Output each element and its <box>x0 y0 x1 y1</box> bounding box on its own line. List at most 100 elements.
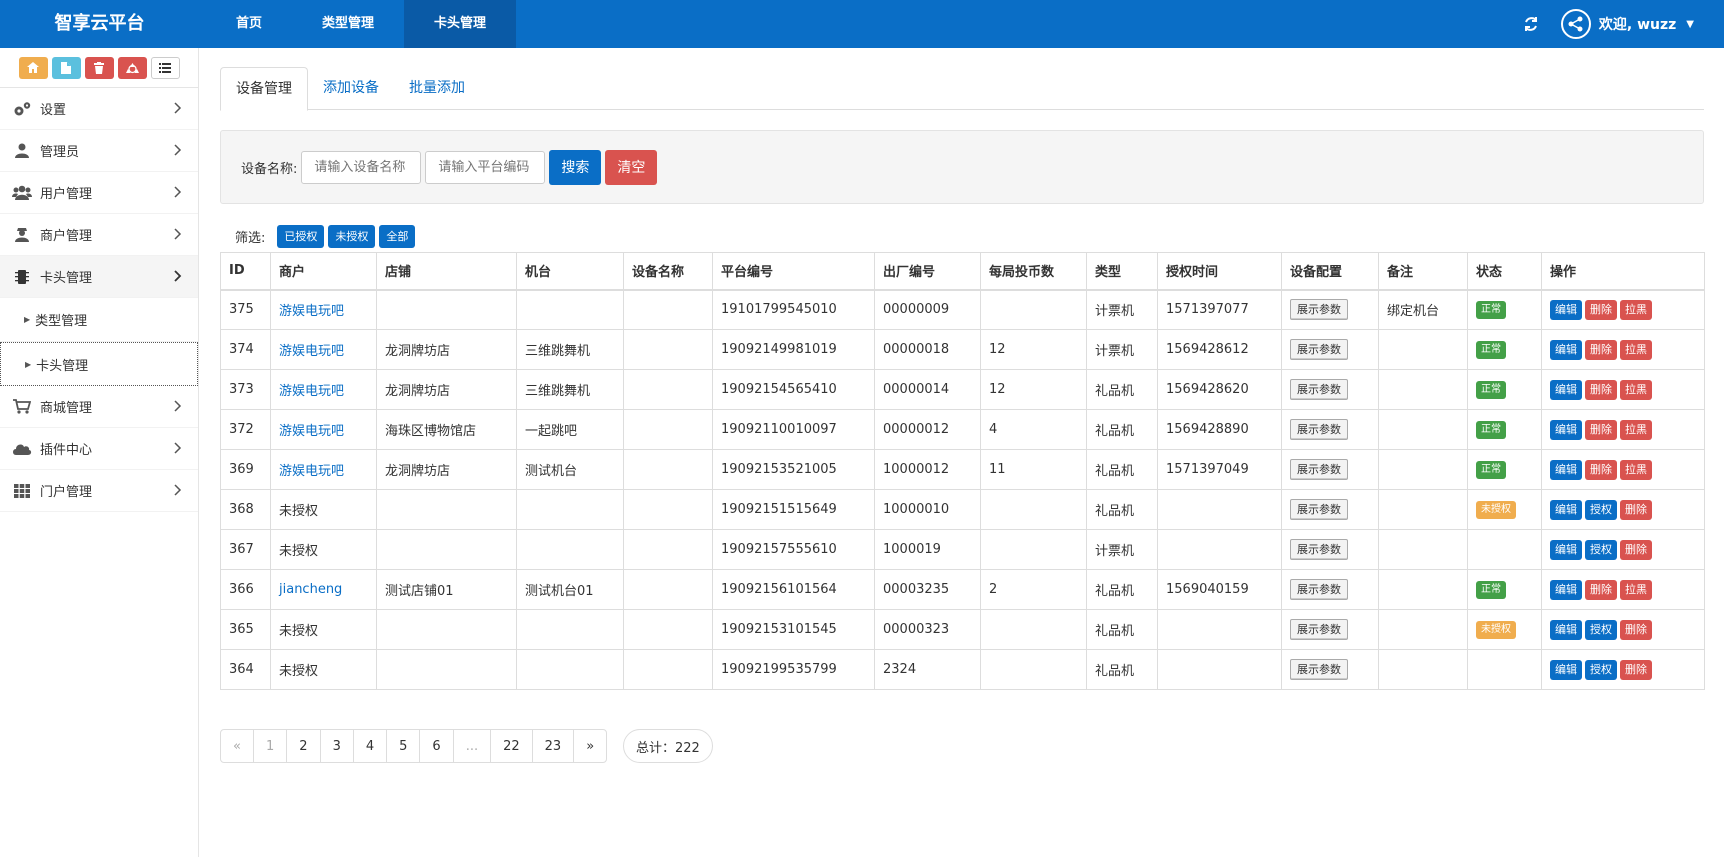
sidebar-item-label: 用户管理 <box>40 187 93 202</box>
merchant-link[interactable]: 游娱电玩吧 <box>279 304 344 319</box>
edit-button[interactable]: 编辑 <box>1550 459 1582 480</box>
sidebar-item-label: 设置 <box>40 103 67 118</box>
sidebar-item-users[interactable]: 用户管理 <box>0 172 198 214</box>
edit-button[interactable]: 编辑 <box>1550 499 1582 520</box>
blacklist-button[interactable]: 拉黑 <box>1620 379 1652 400</box>
edit-button[interactable]: 编辑 <box>1550 299 1582 320</box>
cloud-icon <box>12 441 32 457</box>
sidebar-item-merchants[interactable]: 商户管理 <box>0 214 198 256</box>
list-icon[interactable] <box>150 56 180 79</box>
trash-icon[interactable] <box>84 56 114 79</box>
authorize-button[interactable]: 授权 <box>1585 499 1617 520</box>
filter-authorized-button[interactable]: 已授权 <box>277 224 325 248</box>
page-6[interactable]: 6 <box>419 729 454 763</box>
delete-button[interactable]: 删除 <box>1585 579 1617 600</box>
cell-remark <box>1378 649 1468 690</box>
tab-batch-add[interactable]: 批量添加 <box>394 67 480 110</box>
user-menu[interactable]: 欢迎, wuzz ▼ <box>1560 9 1694 39</box>
page-3[interactable]: 3 <box>319 729 354 763</box>
edit-button[interactable]: 编辑 <box>1550 539 1582 560</box>
cell-id: 368 <box>220 489 271 530</box>
blacklist-button[interactable]: 拉黑 <box>1620 579 1652 600</box>
column-header: 授权时间 <box>1157 252 1282 291</box>
merchant-link[interactable]: 游娱电玩吧 <box>279 464 344 479</box>
search-button[interactable]: 搜索 <box>549 149 602 185</box>
show-params-button[interactable]: 展示参数 <box>1290 379 1348 400</box>
sidebar-item-mall[interactable]: 商城管理 <box>0 386 198 428</box>
show-params-button[interactable]: 展示参数 <box>1290 419 1348 440</box>
table-row: 364 未授权 19092199535799 2324 礼品机 展示参数 编辑 授权 删除 <box>220 649 1705 690</box>
tab-add-device[interactable]: 添加设备 <box>308 67 394 110</box>
filter-all-button[interactable]: 全部 <box>379 224 416 248</box>
show-params-button[interactable]: 展示参数 <box>1290 539 1348 560</box>
sidebar-item-settings[interactable]: 设置 <box>0 88 198 130</box>
delete-button[interactable]: 删除 <box>1620 619 1652 640</box>
sidebar-item-plugins[interactable]: 插件中心 <box>0 428 198 470</box>
platform-code-input[interactable] <box>425 150 546 184</box>
delete-button[interactable]: 删除 <box>1620 499 1652 520</box>
authorize-button[interactable]: 授权 <box>1585 659 1617 680</box>
topnav-type-management[interactable]: 类型管理 <box>292 0 404 48</box>
show-params-button[interactable]: 展示参数 <box>1290 579 1348 600</box>
blacklist-button[interactable]: 拉黑 <box>1620 339 1652 360</box>
brand-title[interactable]: 智享云平台 <box>0 0 199 48</box>
delete-button[interactable]: 删除 <box>1585 339 1617 360</box>
device-name-input[interactable] <box>301 150 422 184</box>
show-params-button[interactable]: 展示参数 <box>1290 459 1348 480</box>
cell-device <box>623 369 713 410</box>
delete-button[interactable]: 删除 <box>1585 419 1617 440</box>
page-2[interactable]: 2 <box>286 729 321 763</box>
delete-button[interactable]: 删除 <box>1585 459 1617 480</box>
merchant-link[interactable]: 游娱电玩吧 <box>279 384 344 399</box>
authorize-button[interactable]: 授权 <box>1585 539 1617 560</box>
show-params-button[interactable]: 展示参数 <box>1290 499 1348 520</box>
authorize-button[interactable]: 授权 <box>1585 619 1617 640</box>
blacklist-button[interactable]: 拉黑 <box>1620 459 1652 480</box>
refresh-icon[interactable] <box>1523 16 1539 32</box>
home-icon[interactable] <box>18 56 48 79</box>
edit-button[interactable]: 编辑 <box>1550 579 1582 600</box>
page-23[interactable]: 23 <box>531 729 575 763</box>
page-prev[interactable]: « <box>220 729 254 763</box>
edit-button[interactable]: 编辑 <box>1550 339 1582 360</box>
blacklist-button[interactable]: 拉黑 <box>1620 419 1652 440</box>
edit-button[interactable]: 编辑 <box>1550 379 1582 400</box>
page-next[interactable]: » <box>573 729 608 763</box>
cell-factory: 00000012 <box>874 409 981 450</box>
page-1[interactable]: 1 <box>253 729 288 763</box>
tab-device-management[interactable]: 设备管理 <box>220 67 308 111</box>
sidebar-item-portal[interactable]: 门户管理 <box>0 470 198 512</box>
delete-button[interactable]: 删除 <box>1585 379 1617 400</box>
sidebar-subitem-type-management[interactable]: ▶ 类型管理 <box>0 298 198 342</box>
show-params-button[interactable]: 展示参数 <box>1290 339 1348 360</box>
chevron-right-icon <box>174 400 182 416</box>
edit-button[interactable]: 编辑 <box>1550 659 1582 680</box>
sidebar-item-admin[interactable]: 管理员 <box>0 130 198 172</box>
topnav-home[interactable]: 首页 <box>206 0 292 48</box>
blacklist-button[interactable]: 拉黑 <box>1620 299 1652 320</box>
filter-row: 筛选: 已授权 未授权 全部 <box>235 224 416 248</box>
show-params-button[interactable]: 展示参数 <box>1290 659 1348 680</box>
delete-button[interactable]: 删除 <box>1620 659 1652 680</box>
merchant-link[interactable]: jiancheng <box>279 582 342 597</box>
delete-button[interactable]: 删除 <box>1620 539 1652 560</box>
sidebar-subitem-card-management[interactable]: ▶ 卡头管理 <box>0 342 198 386</box>
recycle-icon[interactable] <box>117 56 147 79</box>
clear-button[interactable]: 清空 <box>605 149 658 185</box>
page-4[interactable]: 4 <box>352 729 388 763</box>
filter-unauthorized-button[interactable]: 未授权 <box>328 224 376 248</box>
merchant-link[interactable]: 游娱电玩吧 <box>279 424 344 439</box>
page-5[interactable]: 5 <box>386 729 421 763</box>
merchant-link[interactable]: 游娱电玩吧 <box>279 344 344 359</box>
table-row: 375 游娱电玩吧 19101799545010 00000009 计票机 1571397… <box>220 289 1705 330</box>
page-22[interactable]: 22 <box>490 729 533 763</box>
sidebar-item-card-management[interactable]: 卡头管理 <box>0 256 198 298</box>
edit-button[interactable]: 编辑 <box>1550 619 1582 640</box>
delete-button[interactable]: 删除 <box>1585 299 1617 320</box>
cell-machine <box>516 649 624 690</box>
show-params-button[interactable]: 展示参数 <box>1290 299 1348 321</box>
topnav-card-management[interactable]: 卡头管理 <box>404 0 517 48</box>
show-params-button[interactable]: 展示参数 <box>1290 619 1348 640</box>
file-icon[interactable] <box>51 56 81 79</box>
edit-button[interactable]: 编辑 <box>1550 419 1582 440</box>
